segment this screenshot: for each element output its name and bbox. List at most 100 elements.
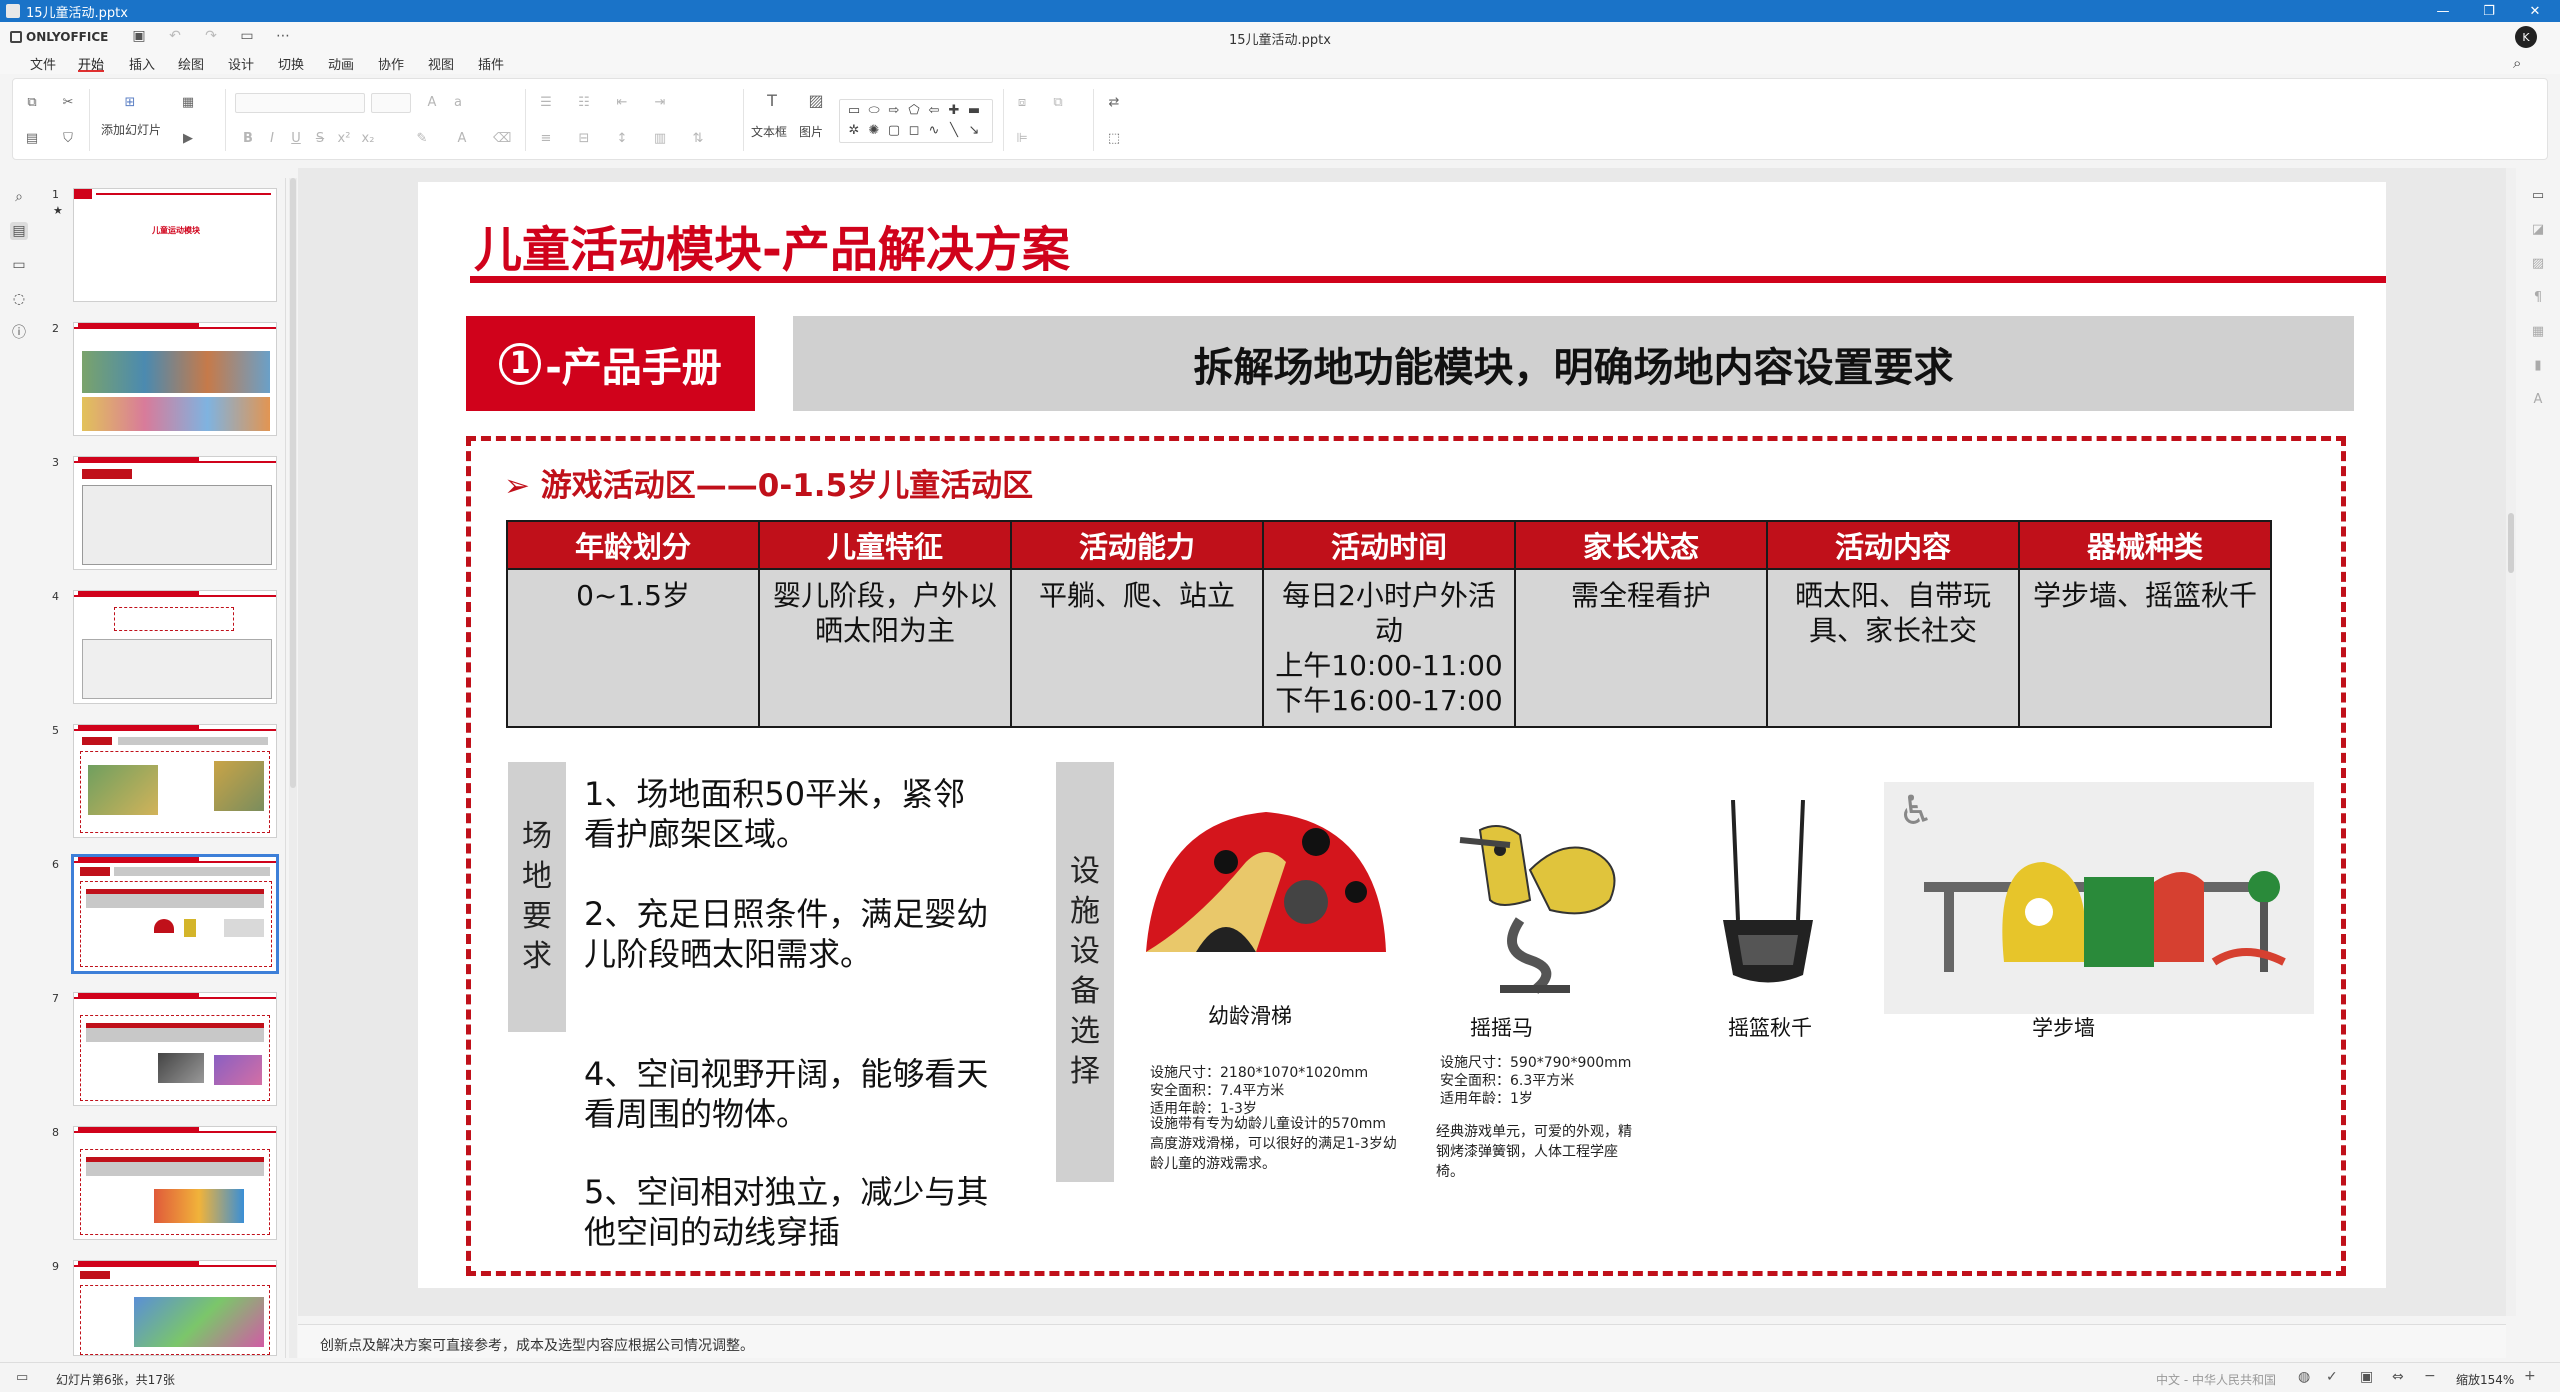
table-cell[interactable]: 需全程看护 — [1514, 568, 1768, 728]
shape-left-arrow-icon[interactable]: ⇦ — [925, 103, 943, 119]
shape-callout-icon[interactable]: ▢ — [885, 123, 903, 139]
increase-font-icon[interactable]: A — [423, 95, 441, 111]
product-name[interactable]: 摇篮秋千 — [1728, 1012, 1812, 1042]
shape-bubble-icon[interactable]: ◻ — [905, 123, 923, 139]
requirement-item[interactable]: 2、充足日照条件，满足婴幼儿阶段晒太阳需求。 — [584, 894, 994, 974]
clear-style-icon[interactable]: ⌫ — [493, 131, 511, 147]
shape-wave-icon[interactable]: ∿ — [925, 123, 943, 139]
shape-pentagon-icon[interactable]: ⬠ — [905, 103, 923, 119]
chat-icon[interactable]: ◌ — [10, 290, 28, 308]
font-family-select[interactable] — [235, 93, 365, 113]
line-spacing-icon[interactable]: ↕ — [613, 131, 631, 147]
table-cell[interactable]: 晒太阳、自带玩具、家长社交 — [1766, 568, 2020, 728]
tab-plugins[interactable]: 插件 — [478, 54, 504, 73]
slide-settings-icon[interactable]: ▭ — [2529, 188, 2547, 206]
product-name[interactable]: 摇摇马 — [1470, 1012, 1533, 1042]
slides-scrollbar[interactable] — [289, 178, 297, 1358]
slide-thumbnail-3[interactable] — [73, 456, 277, 570]
search-icon[interactable]: ⌕ — [10, 188, 28, 206]
scrollbar-thumb[interactable] — [2508, 513, 2514, 573]
table-cell[interactable]: 学步墙、摇篮秋千 — [2018, 568, 2272, 728]
image-label[interactable]: 图片 — [799, 123, 823, 140]
shape-plus-icon[interactable]: ✚ — [945, 103, 963, 119]
tab-design[interactable]: 设计 — [228, 54, 254, 73]
info-icon[interactable]: ⓘ — [10, 324, 28, 342]
product-name[interactable]: 学步墙 — [2032, 1012, 2095, 1042]
search-icon[interactable]: ⌕ — [2513, 54, 2531, 72]
image-settings-icon[interactable]: ▨ — [2529, 256, 2547, 274]
shape-connector-icon[interactable]: ↘ — [965, 123, 983, 139]
comments-icon[interactable]: ▭ — [10, 256, 28, 274]
product-name[interactable]: 幼龄滑梯 — [1208, 1000, 1292, 1030]
speaker-notes[interactable]: 创新点及解决方案可直接参考，成本及选型内容应根据公司情况调整。 — [298, 1324, 2506, 1358]
arrange-icon[interactable]: ⧈ — [1013, 95, 1031, 111]
slide-thumbnail-9[interactable] — [73, 1260, 277, 1356]
underline-icon[interactable]: U — [287, 131, 305, 147]
zoom-in-icon[interactable]: + — [2524, 1368, 2536, 1384]
italic-icon[interactable]: I — [263, 131, 281, 147]
textbox-label[interactable]: 文本框 — [751, 123, 787, 140]
slide-thumbnail-2[interactable] — [73, 322, 277, 436]
vertical-align-icon[interactable]: ⊟ — [575, 131, 593, 147]
select-all-icon[interactable]: ⬚ — [1105, 131, 1123, 147]
requirement-item[interactable]: 4、空间视野开阔，能够看天看周围的物体。 — [584, 1054, 994, 1134]
requirement-item[interactable]: 5、空间相对独立，减少与其他空间的动线穿插 — [584, 1172, 994, 1252]
save-icon[interactable]: ▣ — [130, 28, 148, 46]
toddle-wall-image[interactable]: ♿ — [1884, 782, 2314, 1014]
slide-thumbnail-5[interactable] — [73, 724, 277, 838]
strikethrough-icon[interactable]: S — [311, 131, 329, 147]
slides-icon[interactable]: ▤ — [10, 222, 28, 240]
redo-icon[interactable]: ↷ — [202, 28, 220, 46]
requirement-item[interactable]: 1、场地面积50平米，紧邻看护廊架区域。 — [584, 774, 994, 854]
slide-thumbnail-1[interactable]: 儿童运动模块 — [73, 188, 277, 302]
layout-icon[interactable]: ▦ — [179, 95, 197, 111]
shape-minus-icon[interactable]: ▬ — [965, 103, 983, 119]
fit-slide-icon[interactable]: ▣ — [2360, 1369, 2373, 1385]
slide-thumbnail-8[interactable] — [73, 1126, 277, 1240]
zone-title[interactable]: ➢ 游戏活动区——0-1.5岁儿童活动区 — [504, 460, 1033, 505]
undo-icon[interactable]: ↶ — [166, 28, 184, 46]
bold-icon[interactable]: B — [239, 131, 257, 147]
product-description[interactable]: 经典游戏单元，可爱的外观，精钢烤漆弹簧钢，人体工程学座椅。 — [1436, 1122, 1636, 1182]
tab-draw[interactable]: 绘图 — [178, 54, 204, 73]
paste-icon[interactable]: ▤ — [23, 131, 41, 147]
close-window-button[interactable]: ✕ — [2512, 0, 2558, 22]
slide[interactable]: 儿童活动模块-产品解决方案 1 -产品手册 拆解场地功能模块，明确场地内容设置要… — [418, 182, 2386, 1288]
canvas-scrollbar[interactable] — [2506, 168, 2516, 1316]
fit-width-icon[interactable]: ⇔ — [2392, 1369, 2404, 1385]
add-slide-label[interactable]: 添加幻灯片 — [101, 121, 161, 138]
bullets-icon[interactable]: ☰ — [537, 95, 555, 111]
spellcheck-icon[interactable]: ✓ — [2326, 1369, 2338, 1385]
tab-transitions[interactable]: 切换 — [278, 54, 304, 73]
chart-settings-icon[interactable]: ▮ — [2529, 358, 2547, 376]
image-icon[interactable]: ▨ — [807, 93, 825, 109]
increase-indent-icon[interactable]: ⇥ — [651, 95, 669, 111]
add-slide-icon[interactable]: ⊞ — [121, 95, 139, 111]
play-slide-icon[interactable]: ▶ — [179, 131, 197, 147]
minimize-button[interactable]: — — [2420, 0, 2466, 22]
slide-thumbnail-7[interactable] — [73, 992, 277, 1106]
product-specs[interactable]: 设施尺寸：590*790*900mm 安全面积：6.3平方米 适用年龄：1岁 — [1440, 1054, 1710, 1108]
maximize-button[interactable]: ❐ — [2466, 0, 2512, 22]
scrollbar-thumb[interactable] — [290, 178, 296, 788]
slide-thumbnail-4[interactable] — [73, 590, 277, 704]
highlight-icon[interactable]: ✎ — [413, 131, 431, 147]
spring-rider-image[interactable] — [1440, 810, 1640, 1000]
numbering-icon[interactable]: ☷ — [575, 95, 593, 111]
text-art-icon[interactable]: A — [2529, 392, 2547, 410]
paragraph-settings-icon[interactable]: ¶ — [2529, 290, 2547, 308]
tab-file[interactable]: 文件 — [30, 54, 56, 73]
section-badge[interactable]: 1 -产品手册 — [466, 316, 755, 411]
more-icon[interactable]: ⋯ — [274, 28, 292, 46]
table-cell[interactable]: 婴儿阶段，户外以晒太阳为主 — [758, 568, 1012, 728]
decrease-indent-icon[interactable]: ⇤ — [613, 95, 631, 111]
font-size-select[interactable] — [371, 93, 411, 113]
notes-text[interactable]: 创新点及解决方案可直接参考，成本及选型内容应根据公司情况调整。 — [320, 1335, 754, 1355]
zoom-out-icon[interactable]: − — [2424, 1368, 2436, 1384]
columns-icon[interactable]: ▥ — [651, 131, 669, 147]
slideshow-icon[interactable]: ▭ — [238, 28, 256, 46]
globe-icon[interactable]: ◍ — [2298, 1369, 2310, 1385]
tab-view[interactable]: 视图 — [428, 54, 454, 73]
equipment-selection-label[interactable]: 设 施 设 备 选 择 — [1056, 762, 1114, 1182]
shape-ellipse-icon[interactable]: ⬭ — [865, 103, 883, 119]
